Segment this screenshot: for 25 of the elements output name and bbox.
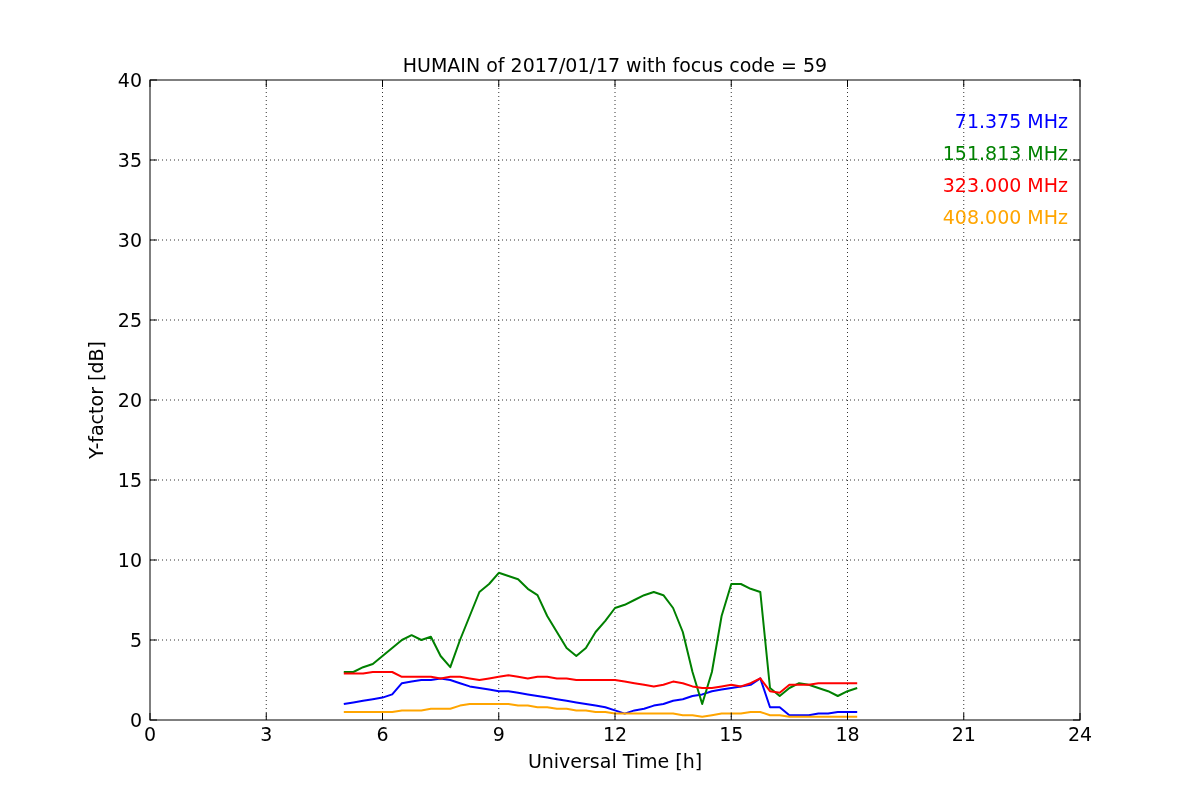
y-tick-label: 25 [117,309,142,331]
y-axis-label: Y-factor [dB] [85,341,107,459]
y-tick-label: 0 [129,709,142,731]
y-tick-label: 30 [117,229,142,251]
legend-label: 151.813 MHz [942,142,1068,164]
x-tick-label: 21 [951,723,976,745]
legend-label: 408.000 MHz [942,206,1068,228]
x-tick-label: 18 [835,723,860,745]
y-tick-label: 5 [129,629,142,651]
x-axis-label: Universal Time [h] [527,750,703,772]
y-tick-label: 20 [117,389,142,411]
chart-title: HUMAIN of 2017/01/17 with focus code = 59 [402,54,828,76]
x-tick-label: 3 [260,723,273,745]
y-tick-label: 15 [117,469,142,491]
x-tick-label: 12 [602,723,628,745]
x-tick-label: 0 [143,723,157,745]
x-tick-label: 15 [719,723,744,745]
legend-label: 71.375 MHz [954,110,1068,132]
y-tick-label: 35 [117,149,142,171]
x-tick-label: 6 [376,723,389,745]
y-tick-label: 10 [117,549,142,571]
y-tick-label: 40 [117,69,142,91]
legend-label: 323.000 MHz [942,174,1068,196]
x-tick-label: 9 [492,723,505,745]
x-tick-label: 24 [1067,723,1093,745]
